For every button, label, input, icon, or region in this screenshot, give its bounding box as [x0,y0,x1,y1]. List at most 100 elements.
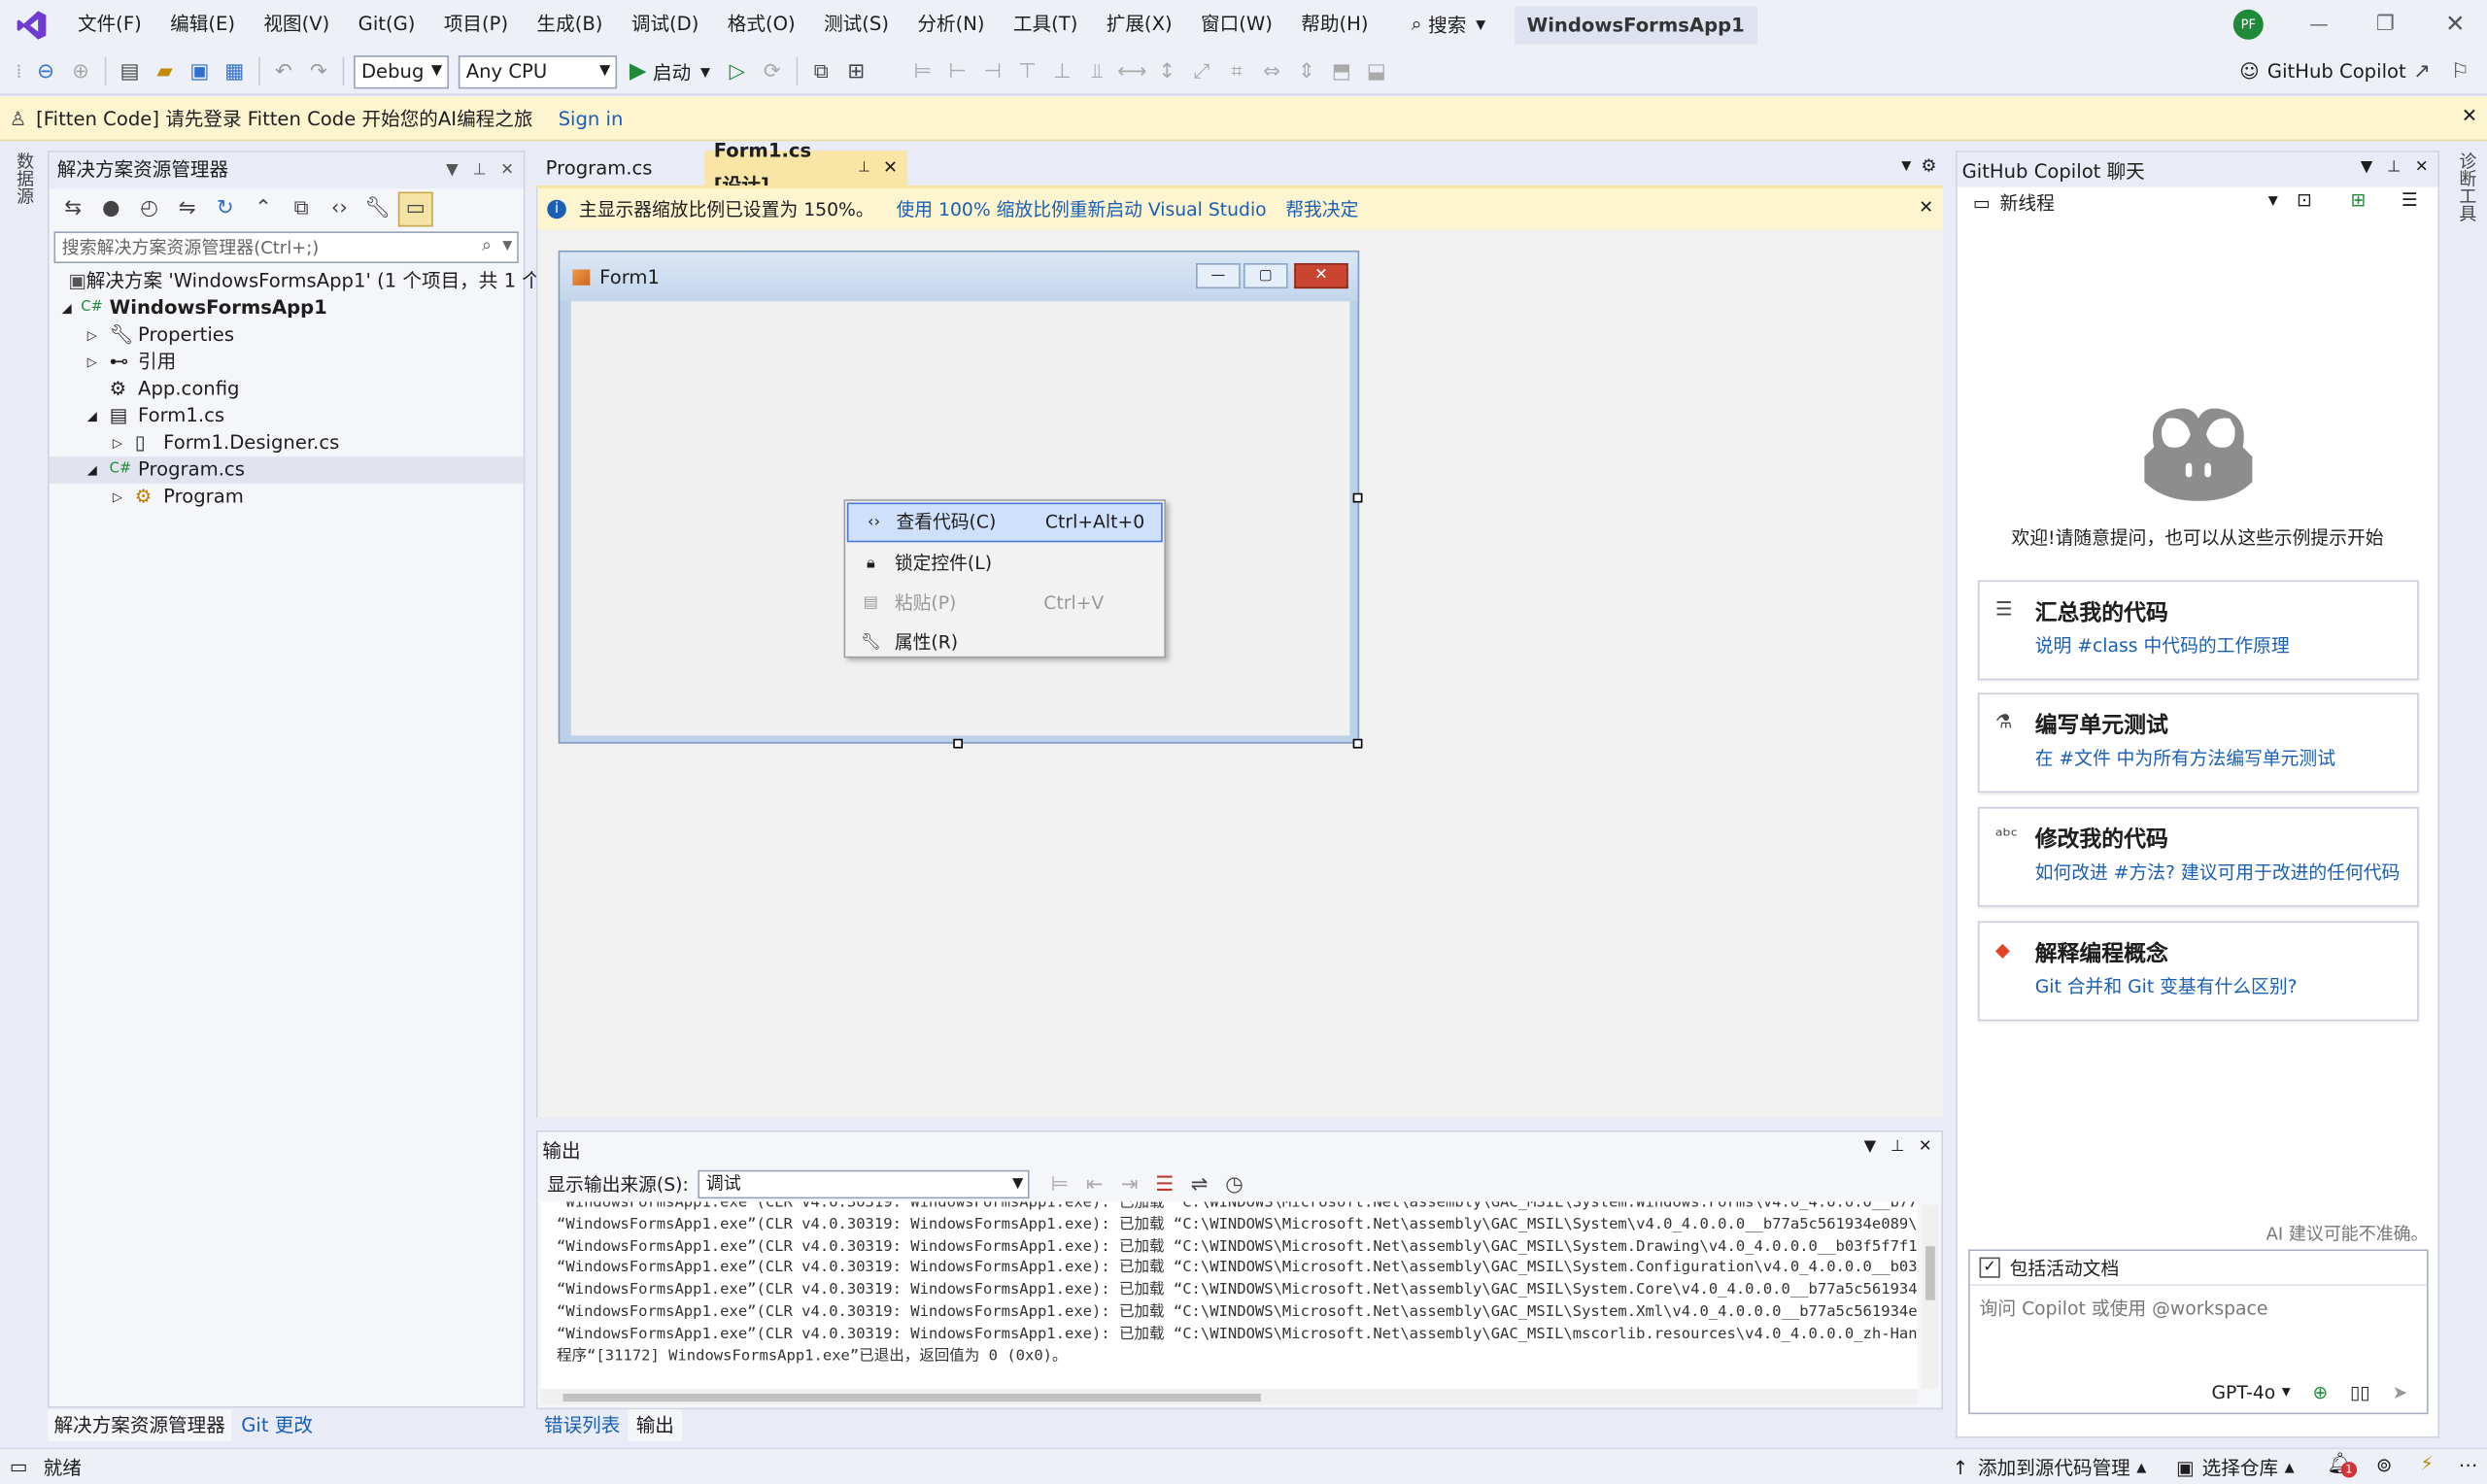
pin-icon[interactable]: ⊥ [472,152,486,189]
refresh-icon[interactable]: ↻ [208,191,243,226]
copilot-status-icon[interactable]: ⊚ [2376,1454,2392,1476]
menu-icon[interactable]: ☰ [2402,188,2418,211]
model-select[interactable]: GPT-4o ▼ [2211,1381,2290,1403]
history-icon[interactable]: ◴ [132,191,167,226]
thread-label[interactable]: 新线程 [2000,190,2055,216]
book-icon[interactable]: ▯▯ [2350,1381,2370,1403]
restore-button[interactable]: ❐ [2367,0,2404,50]
menu-item-view-code[interactable]: ‹› 查看代码(C) Ctrl+Alt+0 [846,502,1163,543]
redo-icon[interactable]: ↷ [301,54,336,89]
menu-item[interactable]: 测试(S) [809,0,903,50]
gear-icon[interactable]: ⚙ [1921,155,1936,176]
tree-item-project[interactable]: ◢ C# WindowsFormsApp1 [50,295,524,322]
switch-views-icon[interactable]: ⇆ [55,191,90,226]
pin-icon[interactable]: ⊥ [858,151,870,186]
close-icon[interactable]: ✕ [500,152,514,189]
prompt-card[interactable]: ⚗ 编写单元测试在 #文件 中为所有方法编写单元测试 [1977,692,2419,793]
chevron-down-icon[interactable]: ▼ [2268,193,2278,208]
tab-git-changes[interactable]: Git 更改 [231,1409,322,1441]
copilot-button[interactable]: ☺ GitHub Copilot [2239,50,2405,94]
sync-icon[interactable]: ⇋ [170,191,205,226]
word-wrap-icon[interactable]: ⇌ [1182,1167,1217,1202]
output-window-icon[interactable]: ▭ [10,1456,28,1478]
copy-icon[interactable]: ⧉ [284,191,319,226]
attach-icon[interactable]: ⊕ [2312,1381,2328,1403]
vs-logo-icon[interactable] [0,0,63,50]
chevron-down-icon[interactable]: ▼ [2361,158,2373,176]
resize-handle[interactable] [1352,492,1363,503]
config-select[interactable]: Debug ▼ [353,54,449,88]
vertical-scrollbar[interactable] [1922,1204,1939,1390]
prompt-card-link[interactable]: 说明 #class 中代码的工作原理 [2035,632,2290,658]
resize-handle[interactable] [953,738,964,749]
select-repo[interactable]: ▣ 选择仓库 ▲ [2176,1449,2295,1484]
platform-select[interactable]: Any CPU ▼ [458,54,617,88]
menu-item[interactable]: 项目(P) [429,0,523,50]
prompt-card[interactable]: ᵃᵇᶜ 修改我的代码 如何改进 #方法? 建议可用于改进的任何代码 [1977,806,2419,907]
output-source-select[interactable]: 调试 ▼ [698,1169,1030,1199]
back-icon[interactable]: ⊖ [28,54,63,89]
tree-item-program-cs[interactable]: ◢ C# Program.cs [49,456,524,484]
resize-handle[interactable] [1352,738,1363,749]
same-width-icon[interactable]: ⟷ [1114,54,1149,89]
tab-solution-explorer[interactable]: 解决方案资源管理器 [47,1409,232,1441]
send-back-icon[interactable]: ⬓ [1359,54,1394,89]
prompt-card[interactable]: ☰ 汇总我的代码 说明 #class 中代码的工作原理 [1977,580,2419,681]
copilot-badge-icon[interactable]: ⚡ [2420,1452,2434,1474]
same-size-icon[interactable]: ⤢ [1184,54,1219,89]
prompt-card-link[interactable]: Git 合并和 Git 变基有什么区别? [2035,973,2298,998]
menu-item[interactable]: 格式(O) [713,0,809,50]
align-middle-icon[interactable]: ⊥ [1045,54,1080,89]
tree-item-references[interactable]: ▷ ⊷ 引用 [50,349,524,376]
data-sources-tab[interactable]: 数据源 [0,143,37,205]
save-icon[interactable]: ▣ [182,54,217,89]
bring-front-icon[interactable]: ⬒ [1324,54,1359,89]
include-doc-row[interactable]: ✓ 包括活动文档 [1969,1251,2427,1286]
chat-input[interactable]: 询问 Copilot 或使用 @workspace [1970,1286,2427,1359]
open-file-icon[interactable]: ▰ [148,54,183,89]
checkbox-checked-icon[interactable]: ✓ [1979,1257,2000,1278]
chevron-down-icon[interactable]: ▼ [1864,1138,1877,1156]
feedback-icon[interactable]: ⚐ [2442,54,2477,89]
globe-icon[interactable]: ● [93,191,128,226]
wrench-icon[interactable]: 🔧︎ [360,191,395,226]
chevron-down-icon[interactable]: ▼ [1901,158,1911,173]
menu-item[interactable]: 分析(N) [903,0,1000,50]
settings-icon[interactable]: ⋯ [2459,1454,2478,1476]
align-right-icon[interactable]: ⊣ [975,54,1010,89]
form1-window[interactable]: Form1 — ▢ ✕ [558,250,1360,744]
tree-item-form1-designer[interactable]: ▷ ▯ Form1.Designer.cs [50,429,524,456]
tab-output[interactable]: 输出 [628,1409,683,1441]
prev-message-icon[interactable]: ⇤ [1077,1167,1112,1202]
tree-item-solution[interactable]: ▣ 解决方案 'WindowsFormsApp1' (1 个项目，共 1 个) [50,268,548,295]
close-button[interactable]: ✕ [2436,0,2474,50]
pin-icon[interactable]: ⊥ [2387,158,2401,176]
output-text[interactable]: “WindowsFormsApp1.exe”(CLR v4.0.30319: W… [540,1201,1918,1390]
layout-icon[interactable]: ⊞ [838,54,873,89]
scroll-thumb[interactable] [1925,1246,1935,1300]
close-icon[interactable]: ✕ [883,151,898,186]
menu-item-properties[interactable]: 🔧︎ 属性(R) [845,624,1164,663]
prompt-card-link[interactable]: 在 #文件 中为所有方法编写单元测试 [2035,745,2335,770]
menu-item[interactable]: 工具(T) [999,0,1092,50]
goto-line-icon[interactable]: ⊨ [1042,1167,1077,1202]
close-icon[interactable]: ✕ [2462,105,2477,127]
new-project-icon[interactable]: ▤ [113,54,148,89]
align-center-icon[interactable]: ⊢ [940,54,975,89]
close-icon[interactable]: ✕ [2415,158,2429,176]
menu-item[interactable]: 窗口(W) [1186,0,1286,50]
tree-item-appconfig[interactable]: ⚙ App.config [50,376,524,403]
next-message-icon[interactable]: ⇥ [1112,1167,1147,1202]
help-decide-link[interactable]: 帮我决定 [1285,196,1358,221]
close-icon[interactable]: ✕ [1919,196,1933,217]
pin-icon[interactable]: ⊥ [1891,1138,1904,1156]
menu-item[interactable]: 帮助(H) [1287,0,1383,50]
same-height-icon[interactable]: ↕ [1149,54,1184,89]
menu-item[interactable]: 生成(B) [523,0,617,50]
clear-all-icon[interactable]: ☰ [1147,1167,1182,1202]
new-thread-icon[interactable]: ⊡ [2297,188,2312,211]
tree-item-program-class[interactable]: ▷ ⚙ Program [50,484,524,511]
prompt-card-link[interactable]: 如何改进 #方法? 建议可用于改进的任何代码 [2035,860,2401,885]
h-spacing-icon[interactable]: ⇔ [1254,54,1289,89]
add-source-control[interactable]: ↑ 添加到源代码管理 ▲ [1953,1449,2147,1484]
